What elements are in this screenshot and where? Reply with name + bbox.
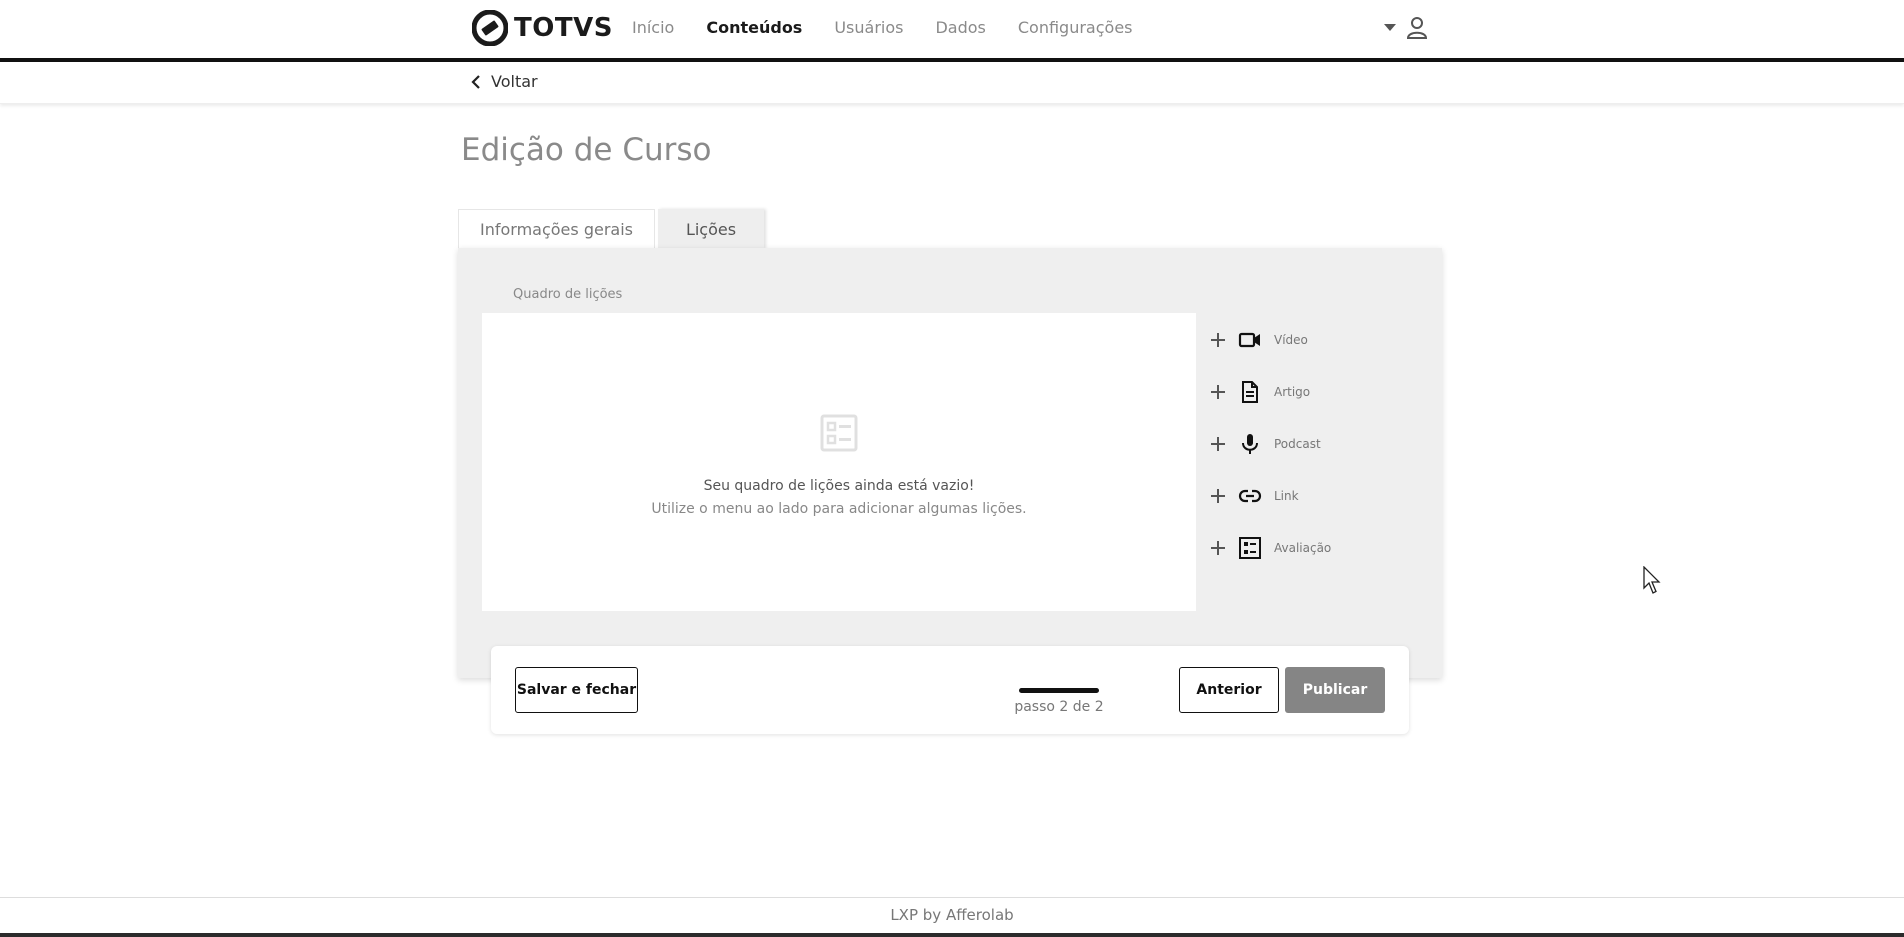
plus-icon	[1211, 333, 1225, 347]
nav-item-configuracoes[interactable]: Configurações	[1018, 18, 1133, 37]
user-menu[interactable]	[1384, 16, 1428, 40]
menu-item-label: Artigo	[1274, 385, 1311, 399]
brand-name: TOTVS	[514, 13, 613, 43]
bottom-strip	[0, 933, 1904, 937]
tab-licoes[interactable]: Lições	[658, 209, 764, 249]
back-button[interactable]: Voltar	[471, 72, 538, 91]
previous-button[interactable]: Anterior	[1179, 667, 1279, 713]
nav-item-conteudos[interactable]: Conteúdos	[706, 18, 802, 37]
back-label: Voltar	[491, 72, 538, 91]
lessons-board	[482, 313, 1196, 611]
chevron-left-icon	[471, 74, 480, 89]
caret-down-icon[interactable]	[1384, 24, 1396, 32]
add-article-item[interactable]: Artigo	[1206, 372, 1310, 412]
add-link-item[interactable]: Link	[1206, 476, 1299, 516]
add-assessment-item[interactable]: Avaliação	[1206, 528, 1331, 568]
link-icon	[1238, 489, 1262, 503]
plus-icon	[1211, 489, 1225, 503]
menu-item-label: Avaliação	[1274, 541, 1332, 555]
nav-item-usuarios[interactable]: Usuários	[834, 18, 903, 37]
step-bar: Salvar e fechar passo 2 de 2 Anterior Pu…	[491, 646, 1409, 734]
step-indicator: passo 2 de 2	[1014, 699, 1104, 715]
plus-icon	[1211, 385, 1225, 399]
save-and-close-button[interactable]: Salvar e fechar	[515, 667, 638, 713]
plus-icon	[1211, 541, 1225, 555]
sub-header: Voltar	[0, 62, 1904, 104]
page-footer: LXP by Afferolab	[0, 897, 1904, 934]
menu-item-label: Vídeo	[1274, 333, 1308, 347]
mouse-cursor-icon	[1643, 566, 1661, 594]
menu-item-label: Link	[1274, 489, 1299, 503]
empty-board-hint: Utilize o menu ao lado para adicionar al…	[651, 501, 1027, 517]
nav-item-dados[interactable]: Dados	[935, 18, 985, 37]
tab-informacoes-gerais[interactable]: Informações gerais	[458, 209, 655, 249]
top-header: TOTVS Início Conteúdos Usuários Dados Co…	[0, 0, 1904, 62]
empty-board-icon	[820, 414, 858, 452]
brand-logo[interactable]: TOTVS	[472, 10, 613, 46]
user-icon[interactable]	[1406, 16, 1428, 40]
checklist-icon	[1239, 537, 1261, 559]
nav-item-inicio[interactable]: Início	[632, 18, 674, 37]
add-video-item[interactable]: Vídeo	[1206, 320, 1308, 360]
menu-item-label: Podcast	[1274, 437, 1321, 451]
empty-board-title: Seu quadro de lições ainda está vazio!	[703, 478, 975, 494]
article-icon	[1242, 381, 1258, 403]
board-label: Quadro de lições	[513, 287, 623, 302]
publish-button[interactable]: Publicar	[1285, 667, 1385, 713]
totvs-logo-icon	[472, 10, 508, 46]
video-icon	[1238, 332, 1260, 348]
plus-icon	[1211, 437, 1225, 451]
footer-text: LXP by Afferolab	[890, 906, 1014, 924]
microphone-icon	[1242, 434, 1258, 454]
step-progress-bar	[1019, 688, 1099, 693]
page-title: Edição de Curso	[461, 132, 712, 168]
add-podcast-item[interactable]: Podcast	[1206, 424, 1321, 464]
main-nav: Início Conteúdos Usuários Dados Configur…	[632, 18, 1133, 37]
